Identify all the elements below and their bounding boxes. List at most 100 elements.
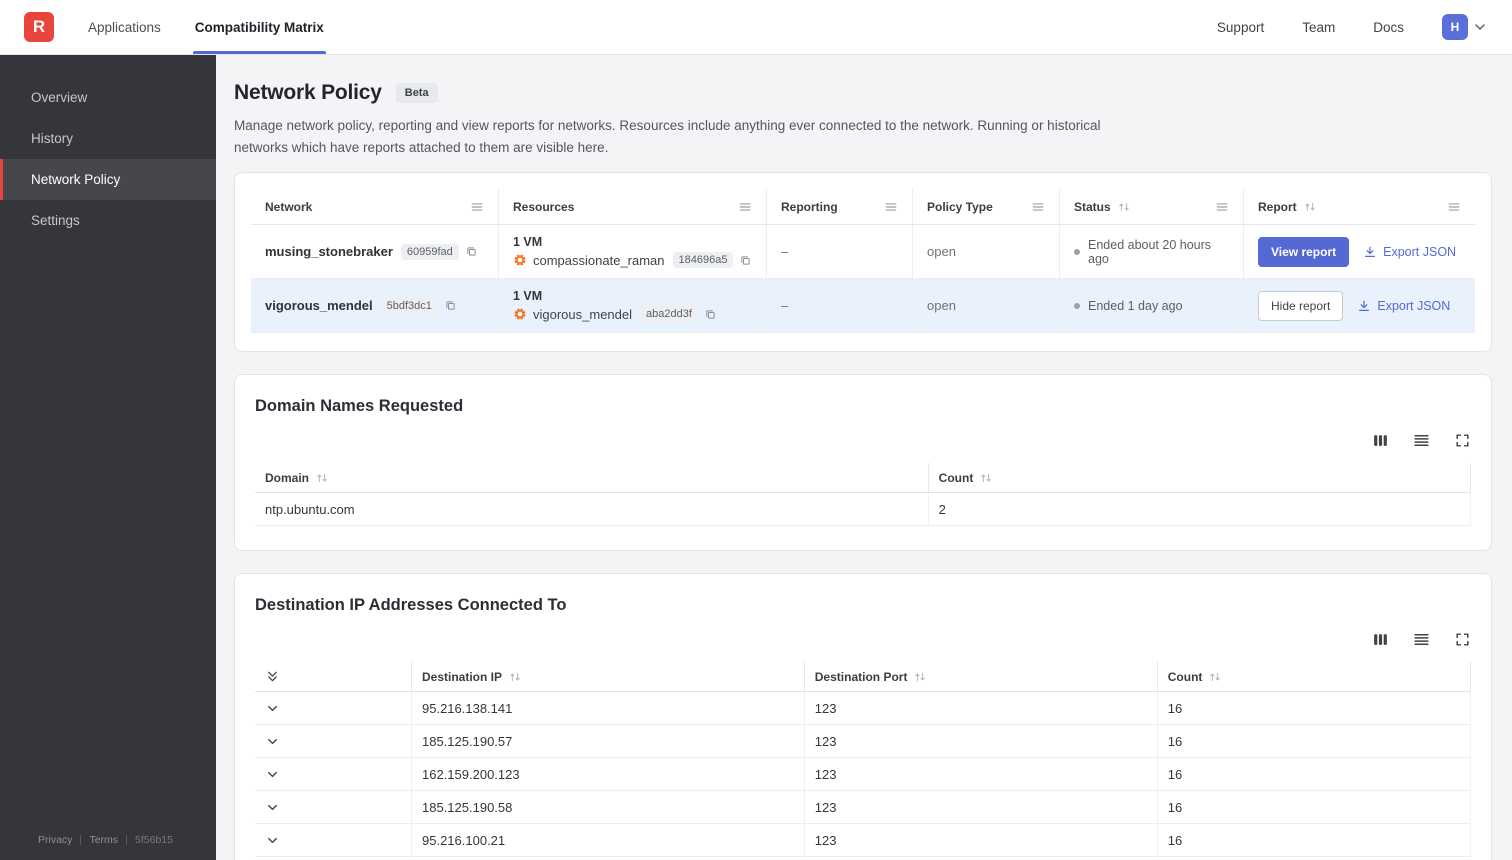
fullscreen-icon[interactable] bbox=[1454, 432, 1471, 449]
sidebar-item-settings[interactable]: Settings bbox=[0, 200, 216, 241]
count-cell: 16 bbox=[1157, 758, 1471, 792]
col-label: Resources bbox=[513, 199, 575, 214]
col-label: Status bbox=[1074, 199, 1111, 214]
destination-port-cell: 123 bbox=[804, 758, 1158, 792]
beta-badge: Beta bbox=[395, 83, 438, 103]
domain-cell: ntp.ubuntu.com bbox=[255, 493, 929, 527]
network-table-header: Network Resources Reporting Policy Type … bbox=[251, 189, 1475, 226]
user-menu-chevron-icon[interactable] bbox=[1472, 19, 1488, 35]
column-menu-icon[interactable] bbox=[884, 200, 898, 214]
network-table-row[interactable]: musing_stonebraker 60959fad 1 VM compass… bbox=[251, 225, 1475, 280]
col-header-count[interactable]: Count bbox=[1157, 662, 1471, 693]
copy-icon[interactable] bbox=[444, 299, 457, 312]
column-menu-icon[interactable] bbox=[1215, 200, 1229, 214]
footer-link-privacy[interactable]: Privacy bbox=[38, 834, 72, 846]
columns-icon[interactable] bbox=[1372, 631, 1389, 648]
row-expand-icon[interactable] bbox=[265, 734, 280, 749]
copy-icon[interactable] bbox=[704, 308, 717, 321]
sort-icon[interactable] bbox=[979, 471, 993, 485]
col-label: Reporting bbox=[781, 199, 838, 214]
col-label: Count bbox=[1167, 669, 1203, 684]
destination-ip-cell: 95.216.138.141 bbox=[412, 692, 805, 726]
nav-link-docs[interactable]: Docs bbox=[1373, 20, 1404, 35]
destination-port-cell: 123 bbox=[804, 692, 1158, 726]
network-name: vigorous_mendel bbox=[265, 298, 373, 314]
sort-icon[interactable] bbox=[315, 471, 329, 485]
export-json-label: Export JSON bbox=[1377, 298, 1451, 313]
nav-link-team[interactable]: Team bbox=[1302, 20, 1335, 35]
sidebar-item-history[interactable]: History bbox=[0, 118, 216, 159]
count-cell: 2 bbox=[928, 493, 1471, 527]
col-header-domain[interactable]: Domain bbox=[255, 463, 929, 494]
sort-icon[interactable] bbox=[913, 670, 927, 684]
expand-all-icon[interactable] bbox=[265, 669, 280, 684]
count-cell: 16 bbox=[1157, 824, 1471, 858]
destination-table-row: 185.125.190.57 123 16 bbox=[255, 725, 1471, 759]
fullscreen-icon[interactable] bbox=[1454, 631, 1471, 648]
nav-link-support[interactable]: Support bbox=[1217, 20, 1264, 35]
footer-divider bbox=[80, 835, 82, 845]
count-cell: 16 bbox=[1157, 725, 1471, 759]
copy-icon[interactable] bbox=[739, 254, 752, 267]
row-expand-icon[interactable] bbox=[265, 800, 280, 815]
domain-table-header: Domain Count bbox=[255, 463, 1471, 494]
network-policy-card: Network Resources Reporting Policy Type … bbox=[234, 172, 1492, 353]
network-cell: musing_stonebraker 60959fad bbox=[251, 225, 499, 280]
app-logo[interactable]: R bbox=[24, 12, 54, 42]
col-header-destination-ip[interactable]: Destination IP bbox=[412, 662, 805, 693]
export-json-link[interactable]: Export JSON bbox=[1357, 299, 1450, 313]
column-menu-icon[interactable] bbox=[470, 200, 484, 214]
col-header-status[interactable]: Status bbox=[1060, 189, 1244, 226]
destination-ip-cell: 162.159.200.123 bbox=[412, 758, 805, 792]
col-label: Network bbox=[265, 199, 313, 214]
destination-table-row: 95.216.100.21 123 16 bbox=[255, 824, 1471, 858]
network-cell: vigorous_mendel 5bdf3dc1 bbox=[251, 279, 499, 334]
network-id-badge: 60959fad bbox=[400, 243, 459, 260]
hide-report-button[interactable]: Hide report bbox=[1258, 290, 1344, 321]
col-header-count[interactable]: Count bbox=[928, 463, 1471, 494]
sort-icon[interactable] bbox=[1117, 200, 1131, 214]
destination-table-row: 185.125.190.58 123 16 bbox=[255, 791, 1471, 825]
col-header-network[interactable]: Network bbox=[251, 189, 499, 226]
column-menu-icon[interactable] bbox=[1447, 200, 1461, 214]
download-icon bbox=[1363, 245, 1377, 259]
sidebar: Overview History Network Policy Settings… bbox=[0, 55, 216, 860]
destination-port-cell: 123 bbox=[804, 824, 1158, 858]
col-header-destination-port[interactable]: Destination Port bbox=[804, 662, 1158, 693]
row-expand-icon[interactable] bbox=[265, 767, 280, 782]
column-menu-icon[interactable] bbox=[1031, 200, 1045, 214]
destination-table-row: 162.159.200.123 123 16 bbox=[255, 758, 1471, 792]
sort-icon[interactable] bbox=[1303, 200, 1317, 214]
report-cell: View report Export JSON bbox=[1244, 225, 1475, 280]
resources-cell: 1 VM compassionate_raman 184696a5 bbox=[499, 225, 767, 280]
view-report-button[interactable]: View report bbox=[1258, 236, 1350, 267]
col-header-reporting[interactable]: Reporting bbox=[767, 189, 913, 226]
col-header-resources[interactable]: Resources bbox=[499, 189, 767, 226]
user-avatar[interactable]: H bbox=[1442, 14, 1468, 40]
row-expand-icon[interactable] bbox=[265, 701, 280, 716]
columns-icon[interactable] bbox=[1372, 432, 1389, 449]
destination-ip-cell: 185.125.190.58 bbox=[412, 791, 805, 825]
row-expand-icon[interactable] bbox=[265, 833, 280, 848]
domain-names-card: Domain Names Requested Domain Count ntp.… bbox=[234, 374, 1492, 552]
network-table-row[interactable]: vigorous_mendel 5bdf3dc1 1 VM vigorous_m… bbox=[251, 279, 1475, 334]
export-json-link[interactable]: Export JSON bbox=[1363, 245, 1456, 259]
sort-icon[interactable] bbox=[508, 670, 522, 684]
col-header-policy-type[interactable]: Policy Type bbox=[913, 189, 1060, 226]
col-header-expand-all[interactable] bbox=[255, 662, 412, 693]
footer-link-terms[interactable]: Terms bbox=[89, 834, 118, 846]
page-description: Manage network policy, reporting and vie… bbox=[234, 118, 1101, 155]
tab-compatibility-matrix[interactable]: Compatibility Matrix bbox=[192, 0, 326, 54]
tab-applications[interactable]: Applications bbox=[88, 0, 161, 54]
copy-icon[interactable] bbox=[465, 245, 478, 258]
sort-icon[interactable] bbox=[1208, 670, 1222, 684]
status-text: Ended 1 day ago bbox=[1088, 298, 1183, 313]
col-header-report[interactable]: Report bbox=[1244, 189, 1475, 226]
resource-count: 1 VM bbox=[513, 289, 543, 304]
status-cell: Ended 1 day ago bbox=[1060, 279, 1244, 334]
column-menu-icon[interactable] bbox=[738, 200, 752, 214]
row-density-icon[interactable] bbox=[1413, 432, 1430, 449]
row-density-icon[interactable] bbox=[1413, 631, 1430, 648]
sidebar-item-network-policy[interactable]: Network Policy bbox=[0, 159, 216, 200]
sidebar-item-overview[interactable]: Overview bbox=[0, 77, 216, 118]
